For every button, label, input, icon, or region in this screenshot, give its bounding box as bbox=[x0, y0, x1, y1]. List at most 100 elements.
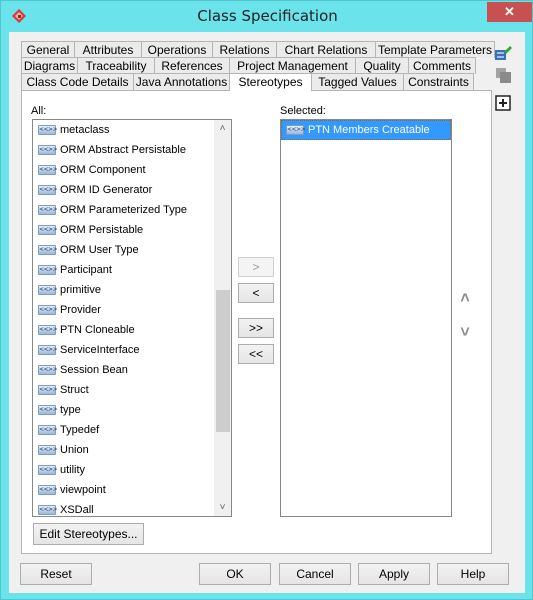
stereotype-list-item[interactable]: <<>> Session Bean bbox=[33, 360, 216, 380]
stereotype-list-item[interactable]: <<>> metaclass bbox=[33, 120, 216, 140]
stereotype-list-item[interactable]: <<>> ORM ID Generator bbox=[33, 180, 216, 200]
edit-stereotypes-button[interactable]: Edit Stereotypes... bbox=[33, 523, 144, 545]
reset-button[interactable]: Reset bbox=[20, 563, 92, 585]
stereotype-icon: <<>> bbox=[38, 345, 58, 355]
stereotype-list-item[interactable]: <<>> ServiceInterface bbox=[33, 340, 216, 360]
stereotype-list-item[interactable]: <<>> ORM Component bbox=[33, 160, 216, 180]
stereotype-list-item[interactable]: <<>> Struct bbox=[33, 380, 216, 400]
tab-diagrams[interactable]: Diagrams bbox=[21, 57, 78, 74]
tab-java-annotations[interactable]: Java Annotations bbox=[133, 73, 230, 90]
move-up-icon[interactable]: ˄ bbox=[456, 291, 474, 307]
tab-comments[interactable]: Comments bbox=[408, 57, 476, 74]
stereotype-icon: <<>> bbox=[38, 245, 58, 255]
tab-template-parameters[interactable]: Template Parameters bbox=[375, 41, 495, 58]
stereotype-list-item[interactable]: <<>> ORM Abstract Persistable bbox=[33, 140, 216, 160]
stereotype-label: Participant bbox=[60, 264, 112, 276]
stereotype-label: utility bbox=[60, 464, 86, 476]
apply-button[interactable]: Apply bbox=[358, 563, 430, 585]
tab-attributes[interactable]: Attributes bbox=[74, 41, 142, 58]
selected-stereotype-item[interactable]: <<>> PTN Members Creatable bbox=[281, 120, 451, 140]
stereotype-icon: <<>> bbox=[38, 325, 58, 335]
scroll-down-button[interactable]: ˅ bbox=[214, 499, 231, 516]
selected-stereotypes-list[interactable]: <<>> PTN Members Creatable bbox=[280, 119, 452, 517]
stereotype-list-item[interactable]: <<>> ORM User Type bbox=[33, 240, 216, 260]
stereotype-icon: <<>> bbox=[38, 425, 58, 435]
close-icon: ✕ bbox=[504, 4, 515, 19]
stereotype-list-item[interactable]: <<>> primitive bbox=[33, 280, 216, 300]
tab-traceability[interactable]: Traceability bbox=[77, 57, 155, 74]
cancel-button[interactable]: Cancel bbox=[279, 563, 351, 585]
stereotype-list-item[interactable]: <<>> XSDall bbox=[33, 500, 216, 516]
all-stereotypes-list[interactable]: <<>> metaclass <<>> ORM Abstract Persistabl… bbox=[32, 119, 232, 517]
scroll-thumb[interactable] bbox=[216, 290, 230, 432]
tab-chart-relations[interactable]: Chart Relations bbox=[276, 41, 376, 58]
tab-row-2: Diagrams Traceability References Project… bbox=[21, 57, 476, 74]
stereotype-label: ServiceInterface bbox=[60, 344, 140, 356]
stereotype-icon: <<>> bbox=[38, 365, 58, 375]
stereotype-list-item[interactable]: <<>> ORM Persistable bbox=[33, 220, 216, 240]
stereotype-label: XSDall bbox=[60, 504, 94, 516]
tab-references[interactable]: References bbox=[154, 57, 230, 74]
stereotype-label: type bbox=[60, 404, 81, 416]
stereotype-list-item[interactable]: <<>> utility bbox=[33, 460, 216, 480]
stereotype-label: Struct bbox=[60, 384, 89, 396]
layers-icon[interactable] bbox=[494, 66, 512, 84]
tab-constraints[interactable]: Constraints bbox=[403, 73, 474, 90]
stereotype-label: ORM Component bbox=[60, 164, 146, 176]
move-down-icon[interactable]: ˅ bbox=[456, 325, 474, 341]
stereotype-list-item[interactable]: <<>> PTN Cloneable bbox=[33, 320, 216, 340]
stereotype-label: ORM ID Generator bbox=[60, 184, 153, 196]
stereotype-list-item[interactable]: <<>> viewpoint bbox=[33, 480, 216, 500]
tab-quality[interactable]: Quality bbox=[355, 57, 409, 74]
add-all-button[interactable]: >> bbox=[238, 318, 274, 338]
stereotype-label: PTN Members Creatable bbox=[308, 124, 430, 136]
tab-project-management[interactable]: Project Management bbox=[229, 57, 356, 74]
stereotype-list-item[interactable]: <<>> Provider bbox=[33, 300, 216, 320]
stereotype-icon: <<>> bbox=[38, 125, 58, 135]
tab-relations[interactable]: Relations bbox=[212, 41, 277, 58]
stereotype-icon: <<>> bbox=[38, 485, 58, 495]
stereotype-label: ORM User Type bbox=[60, 244, 139, 256]
stereotype-icon: <<>> bbox=[38, 265, 58, 275]
tab-general[interactable]: General bbox=[21, 41, 75, 58]
tab-tagged-values[interactable]: Tagged Values bbox=[311, 73, 404, 90]
stereotype-list-item[interactable]: <<>> Union bbox=[33, 440, 216, 460]
stereotype-icon: <<>> bbox=[38, 305, 58, 315]
scroll-up-button[interactable]: ˄ bbox=[214, 120, 231, 137]
title-bar[interactable]: Class Specification ✕ bbox=[1, 1, 533, 32]
remove-all-button[interactable]: << bbox=[238, 344, 274, 364]
selected-label: Selected: bbox=[280, 105, 326, 117]
all-list-scrollbar[interactable]: ˄ ˅ bbox=[214, 120, 231, 516]
close-button[interactable]: ✕ bbox=[487, 2, 532, 22]
class-specification-window: Class Specification ✕ General Attributes… bbox=[0, 0, 533, 600]
tab-operations[interactable]: Operations bbox=[141, 41, 213, 58]
window-title: Class Specification bbox=[197, 7, 338, 25]
stereotype-icon: <<>> bbox=[38, 505, 58, 515]
stereotype-label: PTN Cloneable bbox=[60, 324, 135, 336]
stereotype-icon: <<>> bbox=[38, 145, 58, 155]
stereotype-icon: <<>> bbox=[38, 445, 58, 455]
stereotype-label: Union bbox=[60, 444, 89, 456]
stereotype-label: primitive bbox=[60, 284, 101, 296]
stereotype-list-item[interactable]: <<>> Participant bbox=[33, 260, 216, 280]
add-button[interactable]: > bbox=[238, 257, 274, 277]
stereotype-list-item[interactable]: <<>> ORM Parameterized Type bbox=[33, 200, 216, 220]
stereotype-label: Provider bbox=[60, 304, 101, 316]
stereotype-icon: <<>> bbox=[38, 165, 58, 175]
dialog-content: General Attributes Operations Relations … bbox=[9, 32, 525, 593]
stereotype-label: ORM Abstract Persistable bbox=[60, 144, 186, 156]
stereotype-icon: <<>> bbox=[38, 385, 58, 395]
tab-class-code-details[interactable]: Class Code Details bbox=[21, 73, 134, 90]
stereotype-list-item[interactable]: <<>> type bbox=[33, 400, 216, 420]
stereotype-icon: <<>> bbox=[38, 465, 58, 475]
stereotype-list-item[interactable]: <<>> Typedef bbox=[33, 420, 216, 440]
help-button[interactable]: Help bbox=[437, 563, 509, 585]
ok-button[interactable]: OK bbox=[199, 563, 271, 585]
expand-icon[interactable] bbox=[494, 94, 512, 112]
tab-stereotypes[interactable]: Stereotypes bbox=[229, 73, 312, 91]
stereotype-icon: <<>> bbox=[286, 125, 306, 135]
stereotype-icon: <<>> bbox=[38, 285, 58, 295]
stereotype-icon: <<>> bbox=[38, 405, 58, 415]
edit-diagram-icon[interactable] bbox=[494, 44, 512, 62]
remove-button[interactable]: < bbox=[238, 283, 274, 303]
